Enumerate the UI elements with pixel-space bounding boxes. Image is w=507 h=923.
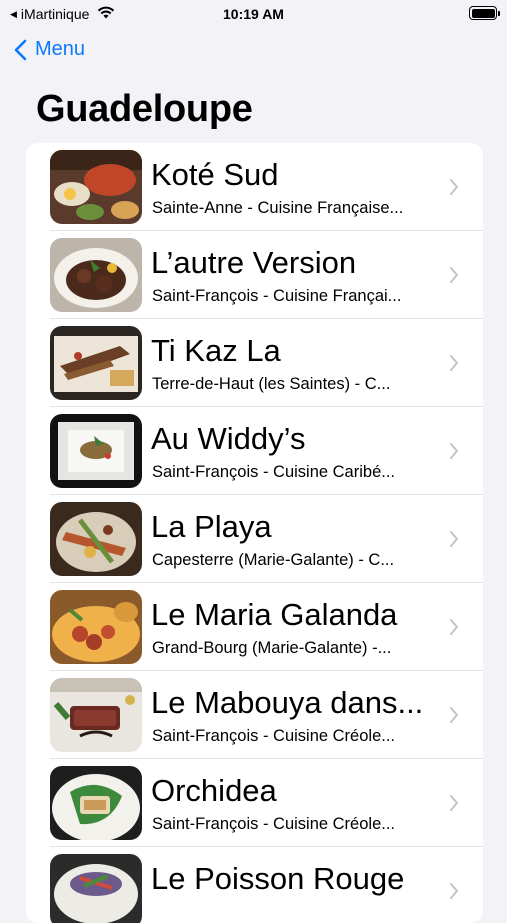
restaurant-row[interactable]: Le Mabouya dans... Saint-François - Cuis… xyxy=(26,671,483,759)
restaurant-photo xyxy=(50,854,142,923)
restaurant-row[interactable]: Ti Kaz La Terre-de-Haut (les Saintes) - … xyxy=(26,319,483,407)
restaurant-photo xyxy=(50,150,142,224)
restaurant-photo xyxy=(50,590,142,664)
restaurant-row[interactable]: Orchidea Saint-François - Cuisine Créole… xyxy=(26,759,483,847)
restaurant-subtitle: Sainte-Anne - Cuisine Française... xyxy=(152,199,404,217)
restaurant-photo xyxy=(50,326,142,400)
chevron-right-icon xyxy=(450,443,458,459)
back-button-label: Menu xyxy=(35,38,86,60)
restaurant-name: Le Mabouya dans... xyxy=(151,685,424,720)
page-title: Guadeloupe xyxy=(36,88,253,130)
restaurant-name: Ti Kaz La xyxy=(151,333,281,368)
battery-icon xyxy=(469,6,500,20)
restaurant-photo xyxy=(50,414,142,488)
restaurant-row[interactable]: Le Maria Galanda Grand-Bourg (Marie-Gala… xyxy=(26,583,483,671)
status-bar: ◀ iMartinique 10:19 AM xyxy=(0,0,507,30)
chevron-right-icon xyxy=(450,795,458,811)
restaurant-name: Koté Sud xyxy=(151,157,279,192)
restaurant-name: Le Maria Galanda xyxy=(151,597,398,632)
restaurant-photo xyxy=(50,502,142,576)
restaurant-name: La Playa xyxy=(151,509,272,544)
restaurant-name: Au Widdy’s xyxy=(151,421,306,456)
restaurant-subtitle: Grand-Bourg (Marie-Galante) -... xyxy=(152,639,392,657)
chevron-right-icon xyxy=(450,267,458,283)
restaurant-list: Koté Sud Sainte-Anne - Cuisine Française… xyxy=(26,143,483,923)
restaurant-row[interactable]: L’autre Version Saint-François - Cuisine… xyxy=(26,231,483,319)
back-button[interactable]: Menu xyxy=(14,38,85,61)
chevron-right-icon xyxy=(450,531,458,547)
restaurant-name: Le Poisson Rouge xyxy=(151,861,405,896)
restaurant-subtitle: Saint-François - Cuisine Créole... xyxy=(152,815,396,833)
restaurant-subtitle: Terre-de-Haut (les Saintes) - C... xyxy=(152,375,391,393)
restaurant-subtitle: Capesterre (Marie-Galante) - C... xyxy=(152,551,395,569)
chevron-right-icon xyxy=(450,707,458,723)
chevron-right-icon xyxy=(450,179,458,195)
restaurant-name: L’autre Version xyxy=(151,245,357,280)
chevron-right-icon xyxy=(450,883,458,899)
restaurant-subtitle: Saint-François - Cuisine Créole... xyxy=(152,727,396,745)
chevron-left-icon xyxy=(14,39,27,60)
chevron-right-icon xyxy=(450,355,458,371)
restaurant-row[interactable]: Le Poisson Rouge xyxy=(26,847,483,923)
restaurant-photo xyxy=(50,678,142,752)
restaurant-subtitle: Saint-François - Cuisine Françai... xyxy=(152,287,402,305)
restaurant-row[interactable]: Au Widdy’s Saint-François - Cuisine Cari… xyxy=(26,407,483,495)
restaurant-row[interactable]: Koté Sud Sainte-Anne - Cuisine Française… xyxy=(26,143,483,231)
restaurant-subtitle: Saint-François - Cuisine Caribé... xyxy=(152,463,396,481)
restaurant-photo xyxy=(50,238,142,312)
chevron-right-icon xyxy=(450,619,458,635)
restaurant-row[interactable]: La Playa Capesterre (Marie-Galante) - C.… xyxy=(26,495,483,583)
clock: 10:19 AM xyxy=(223,6,284,22)
restaurant-name: Orchidea xyxy=(151,773,277,808)
restaurant-photo xyxy=(50,766,142,840)
